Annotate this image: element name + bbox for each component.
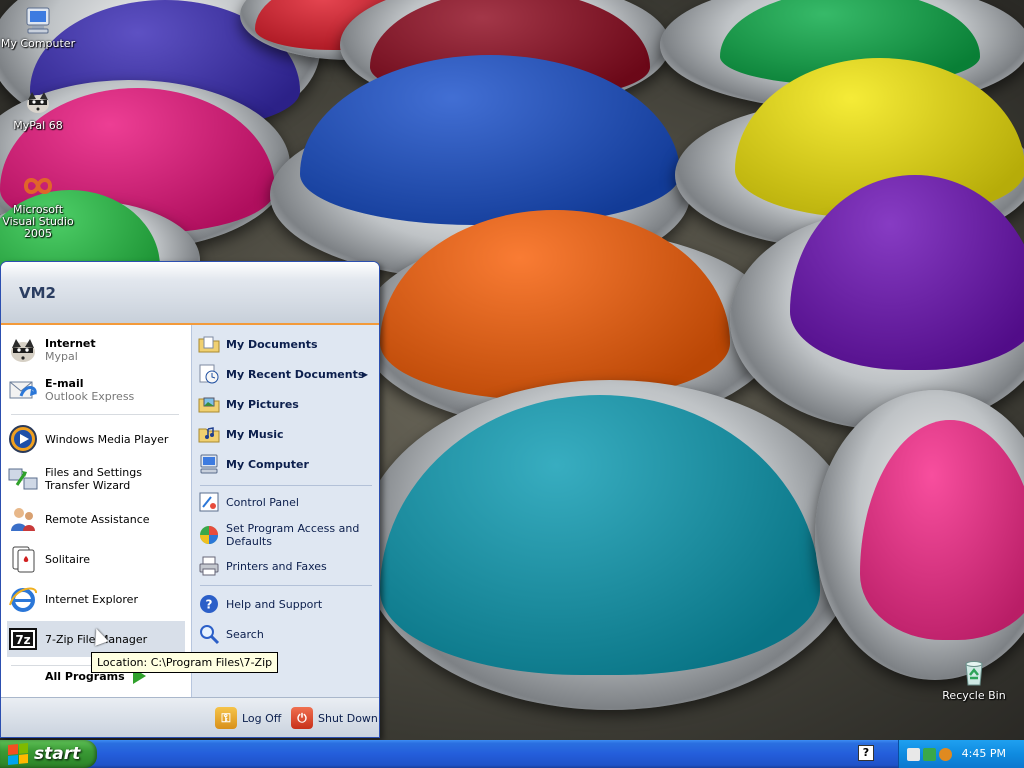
system-label: Printers and Faxes bbox=[226, 559, 327, 573]
search-icon bbox=[200, 625, 220, 645]
desktop-icon-recycle-bin[interactable]: Recycle Bin bbox=[934, 656, 1014, 702]
place-label: My Pictures bbox=[226, 397, 299, 411]
start-menu-header: VM2 bbox=[1, 262, 379, 325]
recent-item-label: Solitaire bbox=[45, 552, 90, 566]
svg-text:7z: 7z bbox=[15, 633, 30, 647]
recent-item-remote-assistance[interactable]: Remote Assistance bbox=[7, 501, 185, 537]
places-separator bbox=[200, 485, 372, 486]
remote-assistance-icon bbox=[11, 508, 35, 531]
power-icon: ⏻ bbox=[291, 707, 313, 729]
solitaire-icon bbox=[12, 546, 35, 573]
recent-item-solitaire[interactable]: Solitaire bbox=[7, 541, 185, 577]
control-panel-icon bbox=[199, 492, 219, 512]
recent-item-transfer-wizard[interactable]: Files and Settings Transfer Wizard bbox=[7, 461, 185, 497]
places-list: My Documents My Recent Documents ▶ My Pi… bbox=[191, 325, 379, 697]
recycle-bin-icon bbox=[965, 661, 983, 686]
log-off-label: Log Off bbox=[242, 711, 282, 725]
shut-down-button[interactable]: ⏻ Shut Down bbox=[291, 706, 378, 730]
place-my-recent-documents[interactable]: My Recent Documents ▶ bbox=[198, 361, 374, 387]
desktop-icon-mypal[interactable]: MyPal 68 bbox=[0, 86, 78, 132]
search-tray-icon[interactable] bbox=[939, 747, 952, 761]
mypal-icon bbox=[11, 339, 35, 362]
recent-item-windows-media-player[interactable]: Windows Media Player bbox=[7, 421, 185, 457]
support-search[interactable]: Search bbox=[198, 621, 374, 647]
support-label: Search bbox=[226, 627, 264, 641]
transfer-wizard-icon bbox=[8, 468, 38, 490]
user-name: VM2 bbox=[19, 284, 56, 302]
start-button[interactable]: start bbox=[0, 740, 97, 768]
support-help[interactable]: ? Help and Support bbox=[198, 591, 374, 617]
recent-documents-icon bbox=[199, 364, 219, 384]
place-label: My Music bbox=[226, 427, 284, 441]
recent-item-label: Files and Settings Transfer Wizard bbox=[45, 466, 142, 492]
desktop-icon-label: My Computer bbox=[0, 37, 76, 50]
network-tray-icon[interactable] bbox=[907, 747, 920, 761]
support-label: Help and Support bbox=[226, 597, 323, 611]
submenu-arrow-icon: ▶ bbox=[361, 369, 368, 379]
seven-zip-icon: 7z bbox=[9, 628, 37, 650]
program-defaults-icon bbox=[200, 526, 218, 544]
start-menu-footer: ⚿ Log Off ⏻ Shut Down bbox=[1, 697, 379, 737]
place-my-documents[interactable]: My Documents bbox=[198, 331, 374, 357]
pinned-separator bbox=[11, 414, 179, 415]
system-program-access[interactable]: Set Program Access and Defaults bbox=[198, 519, 374, 551]
desktop-icon-label: Microsoft Visual Studio 2005 bbox=[2, 203, 74, 240]
system-separator bbox=[200, 585, 372, 586]
outlook-express-icon bbox=[9, 381, 37, 399]
recent-item-label: Windows Media Player bbox=[45, 432, 169, 446]
desktop-icon-my-computer[interactable]: My Computer bbox=[0, 4, 78, 50]
start-label: start bbox=[34, 744, 81, 764]
recent-item-internet-explorer[interactable]: Internet Explorer bbox=[7, 581, 185, 617]
pinned-item-email[interactable]: E-mail Outlook Express bbox=[7, 372, 185, 408]
folder-pictures-icon bbox=[198, 397, 220, 413]
safely-remove-tray-icon[interactable] bbox=[923, 747, 936, 761]
pinned-item-title: E-mail bbox=[45, 377, 84, 390]
desktop-icon-visual-studio[interactable]: Microsoft Visual Studio 2005 bbox=[0, 170, 78, 240]
place-label: My Documents bbox=[226, 337, 318, 351]
recent-item-label: Internet Explorer bbox=[45, 592, 138, 606]
taskbar: start ? 4:45 PM bbox=[0, 740, 1024, 768]
desktop-icon-label: Recycle Bin bbox=[942, 689, 1006, 702]
recent-item-label: Remote Assistance bbox=[45, 512, 150, 526]
internet-explorer-icon bbox=[9, 587, 37, 612]
folder-documents-icon bbox=[198, 336, 220, 353]
place-my-pictures[interactable]: My Pictures bbox=[198, 391, 374, 417]
my-computer-icon bbox=[200, 454, 218, 474]
visual-studio-icon bbox=[23, 178, 53, 194]
clock[interactable]: 4:45 PM bbox=[962, 747, 1006, 760]
mypal-icon bbox=[27, 92, 49, 113]
log-off-button[interactable]: ⚿ Log Off bbox=[215, 706, 281, 730]
pinned-item-subtitle: Mypal bbox=[45, 350, 78, 363]
svg-text:?: ? bbox=[206, 598, 213, 612]
system-printers-faxes[interactable]: Printers and Faxes bbox=[198, 553, 374, 579]
pinned-item-title: Internet bbox=[45, 337, 96, 350]
printer-icon bbox=[199, 556, 219, 576]
place-label: My Computer bbox=[226, 457, 309, 471]
location-tooltip: Location: C:\Program Files\7-Zip bbox=[91, 652, 279, 673]
system-label: Control Panel bbox=[226, 495, 299, 509]
help-tray-icon[interactable]: ? bbox=[858, 745, 874, 761]
place-label: My Recent Documents bbox=[226, 367, 365, 381]
desktop-icon-label: MyPal 68 bbox=[13, 119, 63, 132]
media-player-icon bbox=[9, 425, 37, 453]
pinned-item-subtitle: Outlook Express bbox=[45, 390, 135, 403]
system-control-panel[interactable]: Control Panel bbox=[198, 489, 374, 515]
pinned-item-internet[interactable]: Internet Mypal bbox=[7, 332, 185, 368]
shut-down-label: Shut Down bbox=[318, 711, 378, 725]
system-tray: 4:45 PM bbox=[898, 740, 1024, 768]
place-my-music[interactable]: My Music bbox=[198, 421, 374, 447]
my-computer-icon bbox=[26, 7, 50, 34]
key-icon: ⚿ bbox=[215, 707, 237, 729]
folder-music-icon bbox=[198, 427, 220, 443]
help-icon: ? bbox=[200, 595, 218, 613]
windows-logo-icon bbox=[8, 742, 28, 766]
place-my-computer[interactable]: My Computer bbox=[198, 451, 374, 477]
system-label: Set Program Access and Defaults bbox=[226, 522, 360, 548]
